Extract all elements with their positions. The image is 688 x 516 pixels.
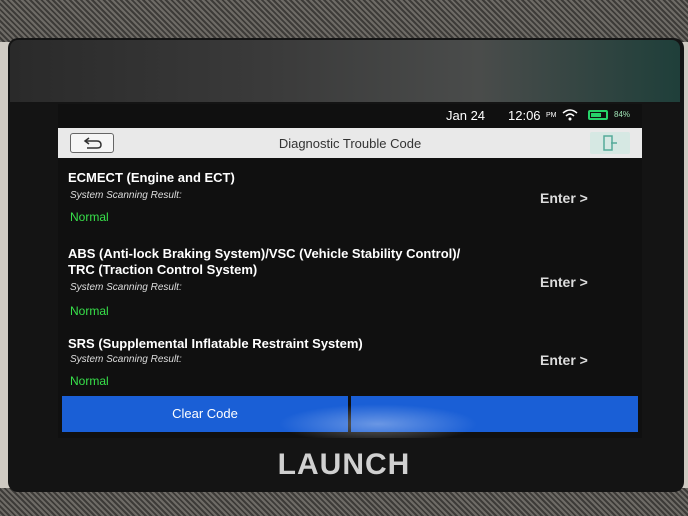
brand-logo: LAUNCH — [277, 448, 411, 481]
scan-result-label: System Scanning Result: — [70, 354, 182, 365]
battery-percent: 84% — [614, 110, 631, 119]
device-bezel-bottom — [0, 488, 688, 516]
system-name-line2: TRC (Traction Control System) — [68, 262, 258, 277]
exit-button[interactable] — [590, 132, 630, 154]
status-time: 12:06 — [508, 108, 541, 123]
wifi-icon — [562, 109, 578, 121]
scan-result-label: System Scanning Result: — [70, 282, 182, 293]
page-title: Diagnostic Trouble Code — [278, 136, 422, 151]
scan-status: Normal — [70, 210, 109, 224]
app-screen: Jan 24 12:06 PM 84% Diagnostic Trouble C… — [58, 104, 642, 438]
system-name: SRS (Supplemental Inflatable Restraint S… — [68, 336, 363, 351]
enter-button[interactable]: Enter > — [540, 274, 588, 290]
status-ampm: PM — [546, 112, 557, 119]
system-name: ECMECT (Engine and ECT) — [68, 170, 235, 185]
title-bar: Diagnostic Trouble Code — [58, 128, 642, 158]
system-row-srs[interactable]: SRS (Supplemental Inflatable Restraint S… — [58, 334, 642, 394]
system-name-line1: ABS (Anti-lock Braking System)/VSC (Vehi… — [68, 246, 461, 261]
status-date: Jan 24 — [446, 108, 486, 123]
screen-glare — [278, 404, 478, 438]
screen-reflection — [10, 40, 680, 102]
exit-icon — [603, 135, 617, 151]
system-row-ecm[interactable]: ECMECT (Engine and ECT) System Scanning … — [58, 166, 642, 232]
device-bezel-top — [0, 0, 688, 42]
scan-status: Normal — [70, 304, 109, 318]
enter-button[interactable]: Enter > — [540, 190, 588, 206]
enter-button[interactable]: Enter > — [540, 352, 588, 368]
scan-status: Normal — [70, 374, 109, 388]
scan-result-label: System Scanning Result: — [70, 190, 182, 201]
status-bar: Jan 24 12:06 PM 84% — [58, 104, 642, 126]
battery-icon — [588, 110, 608, 120]
system-row-abs[interactable]: ABS (Anti-lock Braking System)/VSC (Vehi… — [58, 242, 642, 326]
